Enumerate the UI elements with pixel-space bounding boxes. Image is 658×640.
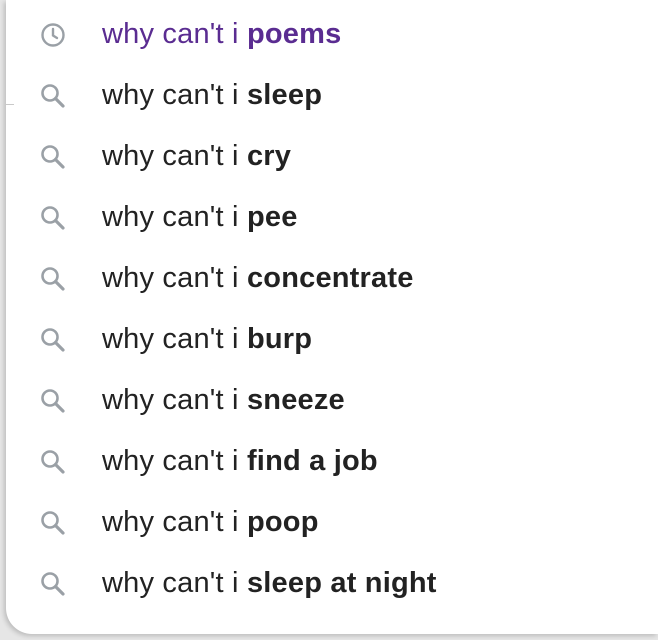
suggestion-completion: poems [246, 18, 342, 50]
clock-icon [40, 22, 66, 48]
suggestion-completion: pee [246, 201, 298, 233]
search-icon [40, 327, 66, 353]
suggestion-item[interactable]: why can't i sleep [6, 65, 658, 126]
suggestion-text: why can't i sleep [102, 79, 322, 112]
suggestion-text: why can't i concentrate [102, 262, 414, 295]
suggestion-item[interactable]: why can't i poop [6, 492, 658, 553]
suggestion-prefix: why can't i [102, 445, 239, 477]
suggestion-list: why can't i poems why can't i sleep why … [6, 4, 658, 614]
suggestion-prefix: why can't i [102, 567, 239, 599]
suggestion-text: why can't i pee [102, 201, 298, 234]
suggestion-item[interactable]: why can't i sleep at night [6, 553, 658, 614]
suggestion-item[interactable]: why can't i poems [6, 4, 658, 65]
suggestion-text: why can't i cry [102, 140, 291, 173]
search-icon [40, 571, 66, 597]
suggestion-text: why can't i sleep at night [102, 567, 437, 600]
suggestion-completion: concentrate [246, 262, 414, 294]
search-icon [40, 205, 66, 231]
search-icon [40, 449, 66, 475]
autocomplete-dropdown: why can't i poems why can't i sleep why … [6, 0, 658, 634]
suggestion-completion: poop [246, 506, 319, 538]
search-icon [40, 144, 66, 170]
suggestion-text: why can't i burp [102, 323, 312, 356]
suggestion-item[interactable]: why can't i find a job [6, 431, 658, 492]
suggestion-prefix: why can't i [102, 323, 239, 355]
suggestion-prefix: why can't i [102, 201, 239, 233]
suggestion-completion: sleep at night [246, 567, 437, 599]
search-icon [40, 510, 66, 536]
suggestion-completion: sleep [246, 79, 323, 111]
suggestion-completion: sneeze [246, 384, 345, 416]
suggestion-item[interactable]: why can't i burp [6, 309, 658, 370]
search-icon [40, 83, 66, 109]
suggestion-text: why can't i sneeze [102, 384, 345, 417]
suggestion-text: why can't i poop [102, 506, 319, 539]
suggestion-prefix: why can't i [102, 140, 239, 172]
suggestion-prefix: why can't i [102, 79, 239, 111]
suggestion-item[interactable]: why can't i cry [6, 126, 658, 187]
suggestion-completion: cry [246, 140, 292, 172]
suggestion-completion: find a job [246, 445, 378, 477]
suggestion-item[interactable]: why can't i sneeze [6, 370, 658, 431]
suggestion-completion: burp [246, 323, 313, 355]
suggestion-prefix: why can't i [102, 384, 239, 416]
search-icon [40, 266, 66, 292]
suggestion-prefix: why can't i [102, 18, 239, 50]
suggestion-prefix: why can't i [102, 262, 239, 294]
suggestion-item[interactable]: why can't i pee [6, 187, 658, 248]
suggestion-prefix: why can't i [102, 506, 239, 538]
suggestion-text: why can't i poems [102, 18, 341, 51]
suggestion-item[interactable]: why can't i concentrate [6, 248, 658, 309]
suggestion-text: why can't i find a job [102, 445, 378, 478]
search-icon [40, 388, 66, 414]
